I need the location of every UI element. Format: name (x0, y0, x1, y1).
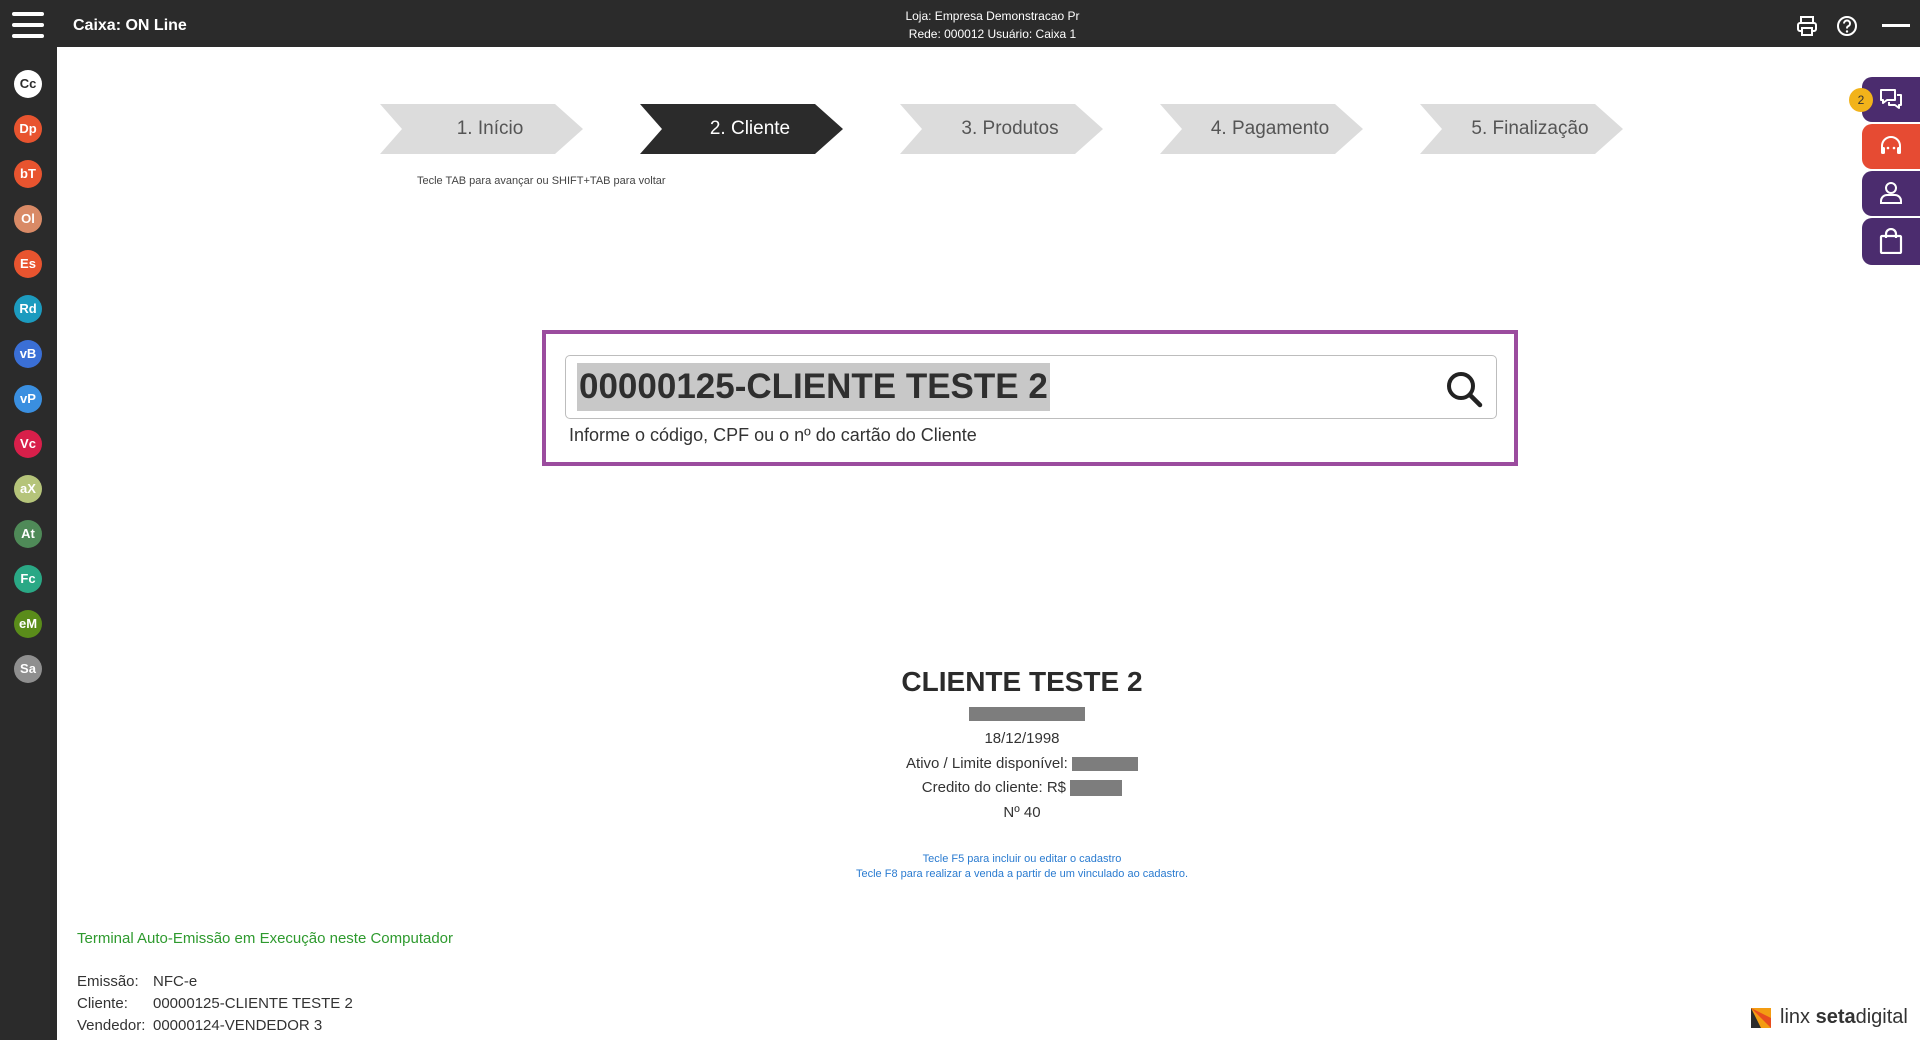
stepper-hint: Tecle TAB para avançar ou SHIFT+TAB para… (417, 175, 666, 187)
footer-emissao: Emissão: NFC-e (77, 973, 197, 990)
headset-icon (1881, 136, 1901, 154)
client-credit-label: Credito do cliente: R$ (921, 779, 1067, 796)
footer-vendedor-label: Vendedor: (77, 1017, 146, 1034)
header-info: Loja: Empresa Demonstracao Pr Rede: 0000… (800, 7, 1185, 43)
client-search-frame: 00000125-CLIENTE TESTE 2 Informe o códig… (542, 330, 1518, 466)
sidebar-item-cc[interactable]: Cc (14, 70, 42, 98)
sidebar-item-rd[interactable]: Rd (14, 295, 42, 323)
user-icon (1880, 182, 1902, 204)
footer-cliente-value: 00000125-CLIENTE TESTE 2 (153, 995, 353, 1012)
chat-badge: 2 (1849, 88, 1873, 112)
sidebar-item-ol[interactable]: Ol (14, 205, 42, 233)
f8-hint: Tecle F8 para realizar a venda a partir … (855, 868, 1188, 880)
client-number: Nº 40 (1003, 804, 1041, 821)
client-search-hint: Informe o código, CPF ou o nº do cartão … (569, 425, 977, 445)
sidebar-item-vc[interactable]: Vc (14, 430, 42, 458)
footer-vendedor-value: 00000124-VENDEDOR 3 (153, 1017, 323, 1034)
client-status-line: Ativo / Limite disponível: (722, 755, 1322, 772)
sidebar-item-ax[interactable]: aX (14, 475, 42, 503)
shopping-bag-icon (1879, 228, 1903, 254)
client-credit-redacted (1070, 780, 1123, 797)
client-document-redacted (969, 707, 1085, 721)
minimize-icon[interactable] (1882, 24, 1910, 27)
app-title: Caixa: ON Line (73, 17, 187, 34)
store-line: Loja: Empresa Demonstracao Pr (905, 9, 1080, 23)
hamburger-menu-icon[interactable] (12, 12, 44, 38)
client-birth-date: 18/12/1998 (984, 730, 1060, 747)
printer-icon[interactable] (1796, 15, 1818, 37)
step-label: 4. Pagamento (1210, 118, 1330, 139)
step-label: 3. Produtos (961, 118, 1059, 139)
footer-cliente: Cliente: 00000125-CLIENTE TESTE 2 (77, 995, 353, 1012)
support-panel-button[interactable] (1862, 124, 1920, 169)
linx-logo-icon (1751, 1008, 1771, 1028)
help-icon[interactable] (1836, 15, 1858, 37)
client-search-value[interactable]: 00000125-CLIENTE TESTE 2 (577, 363, 1050, 411)
sidebar-item-es[interactable]: Es (14, 250, 42, 278)
sidebar-item-at[interactable]: At (14, 520, 42, 548)
shopping-bag-panel-button[interactable] (1862, 218, 1920, 265)
footer-cliente-label: Cliente: (77, 995, 128, 1012)
brand-text: linx setadigital (1780, 1006, 1908, 1028)
terminal-status: Terminal Auto-Emissão em Execução neste … (77, 930, 454, 947)
step-label: 1. Início (456, 118, 524, 139)
step-label: 5. Finalização (1471, 118, 1589, 139)
footer-emissao-value: NFC-e (153, 973, 198, 990)
chat-icon (1880, 89, 1902, 109)
step-label: 2. Cliente (709, 118, 791, 139)
user-panel-button[interactable] (1862, 171, 1920, 216)
sidebar-item-bt[interactable]: bT (14, 160, 42, 188)
client-search-input[interactable]: 00000125-CLIENTE TESTE 2 (565, 355, 1497, 419)
sidebar-item-dp[interactable]: Dp (14, 115, 42, 143)
f5-hint: Tecle F5 para incluir ou editar o cadast… (922, 853, 1122, 865)
sidebar-item-em[interactable]: eM (14, 610, 42, 638)
client-credit-line: Credito do cliente: R$ (722, 779, 1322, 797)
footer-vendedor: Vendedor: 00000124-VENDEDOR 3 (77, 1017, 322, 1034)
sidebar-item-fc[interactable]: Fc (14, 565, 42, 593)
client-limit-redacted (1071, 757, 1138, 772)
client-status-label: Ativo / Limite disponível: (906, 755, 1068, 772)
top-bar: Caixa: ON Line Loja: Empresa Demonstraca… (0, 0, 1920, 47)
search-icon[interactable] (1444, 369, 1484, 409)
sidebar-item-vp[interactable]: vP (14, 385, 42, 413)
client-name: CLIENTE TESTE 2 (901, 666, 1143, 697)
footer-emissao-label: Emissão: (77, 973, 139, 990)
sidebar-item-vb[interactable]: vB (14, 340, 42, 368)
left-sidebar: Cc Dp bT Ol Es Rd vB vP Vc aX At Fc eM Sa (0, 47, 57, 1040)
sidebar-item-sa[interactable]: Sa (14, 655, 42, 683)
network-line: Rede: 000012 Usuário: Caixa 1 (908, 27, 1077, 41)
